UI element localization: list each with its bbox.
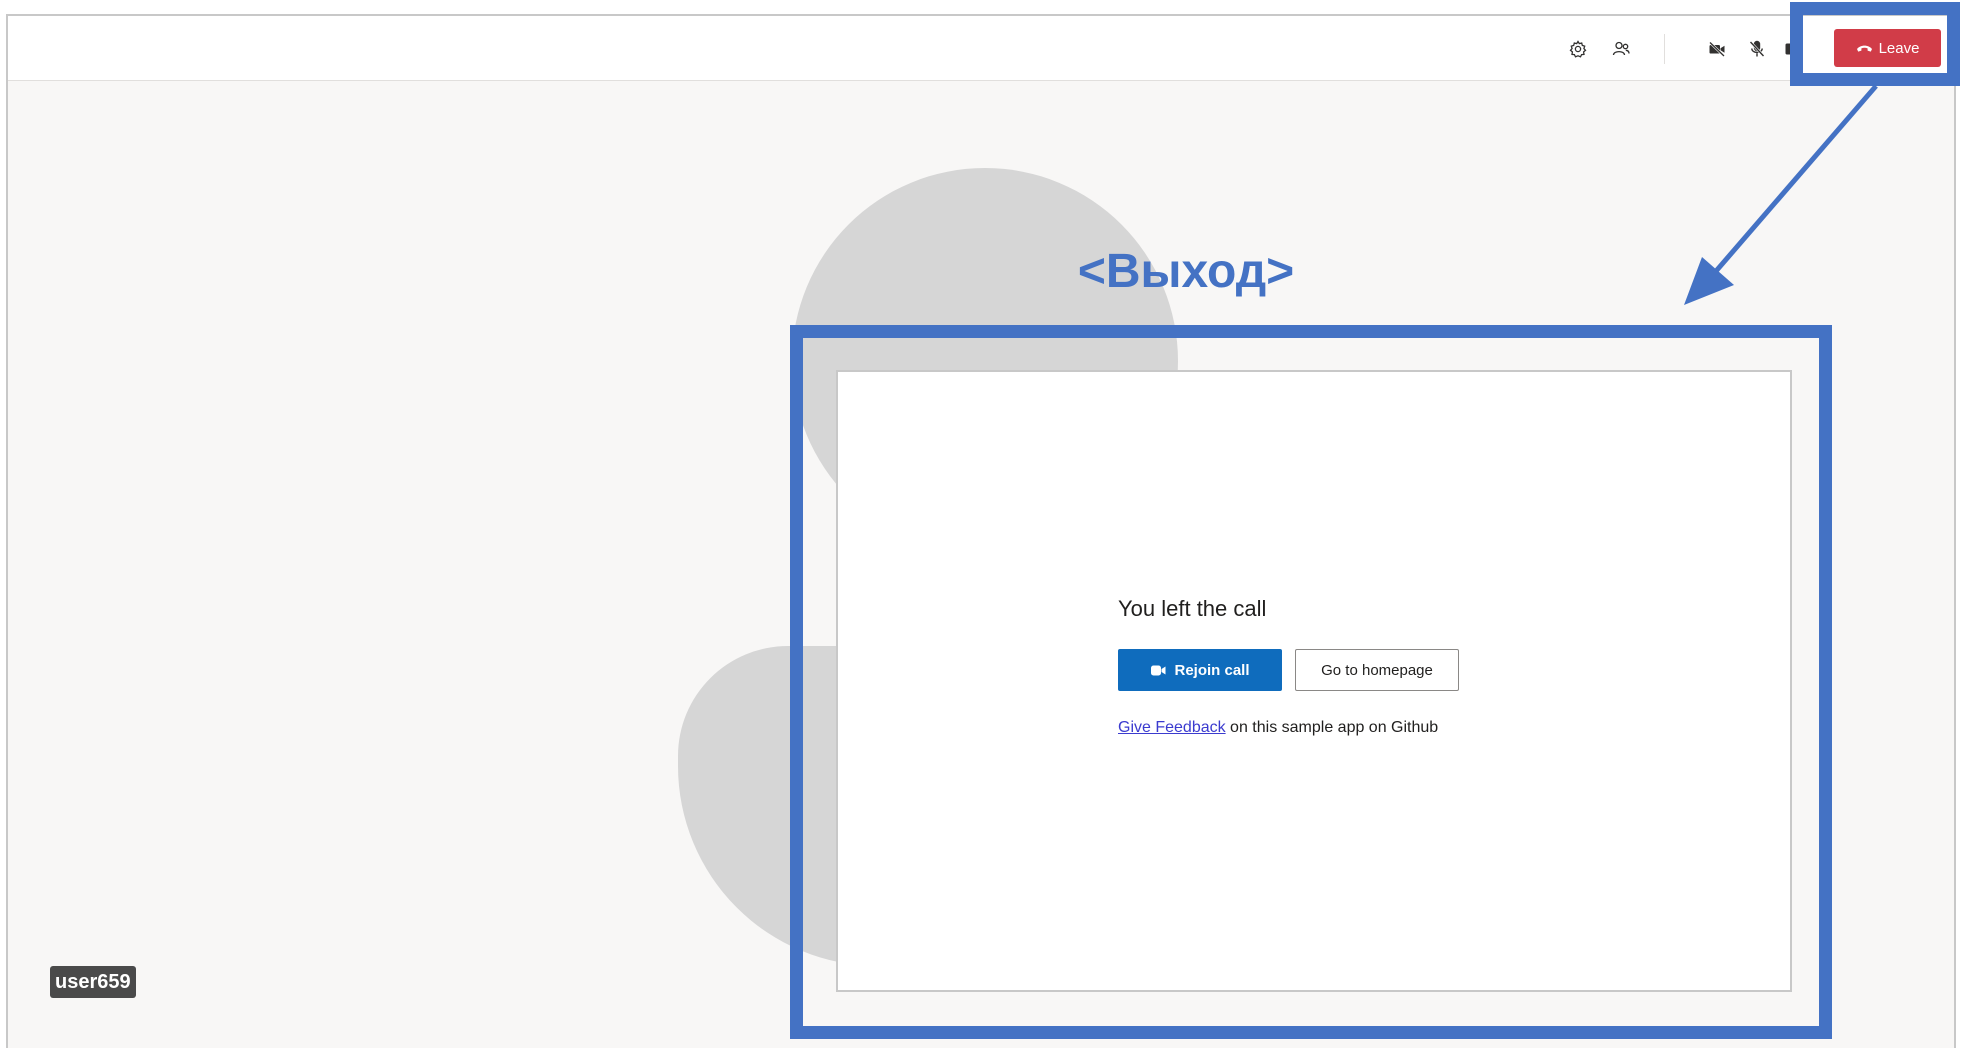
gear-icon[interactable] xyxy=(1564,35,1592,63)
call-control-bar: Leave xyxy=(8,16,1954,81)
feedback-text: on this sample app on Github xyxy=(1225,719,1439,736)
dialog-actions: Rejoin call Go to homepage xyxy=(1118,649,1638,691)
annotation-label: <Выход> xyxy=(1077,245,1295,298)
mic-off-icon[interactable] xyxy=(1743,35,1771,63)
go-to-homepage-button[interactable]: Go to homepage xyxy=(1295,649,1459,691)
toolbar-divider xyxy=(1664,34,1665,64)
call-ended-dialog: You left the call Rejoin call Go to home… xyxy=(836,370,1792,992)
people-icon[interactable] xyxy=(1607,35,1635,63)
feedback-line: Give Feedback on this sample app on Gith… xyxy=(1118,719,1638,737)
video-camera-icon xyxy=(1151,665,1166,675)
rejoin-call-label: Rejoin call xyxy=(1174,661,1250,679)
camera-off-icon[interactable] xyxy=(1703,35,1731,63)
give-feedback-link[interactable]: Give Feedback xyxy=(1118,719,1226,736)
rejoin-call-button[interactable]: Rejoin call xyxy=(1118,649,1282,691)
dialog-title: You left the call xyxy=(1118,596,1267,621)
participant-name-badge: user659 xyxy=(50,966,136,998)
dialog-content: You left the call Rejoin call Go to home… xyxy=(1118,594,1638,737)
screenshot-stage: Leave user659 <Выход> You left the call … xyxy=(0,0,1970,1048)
annotation-highlight-leave xyxy=(1790,2,1960,86)
